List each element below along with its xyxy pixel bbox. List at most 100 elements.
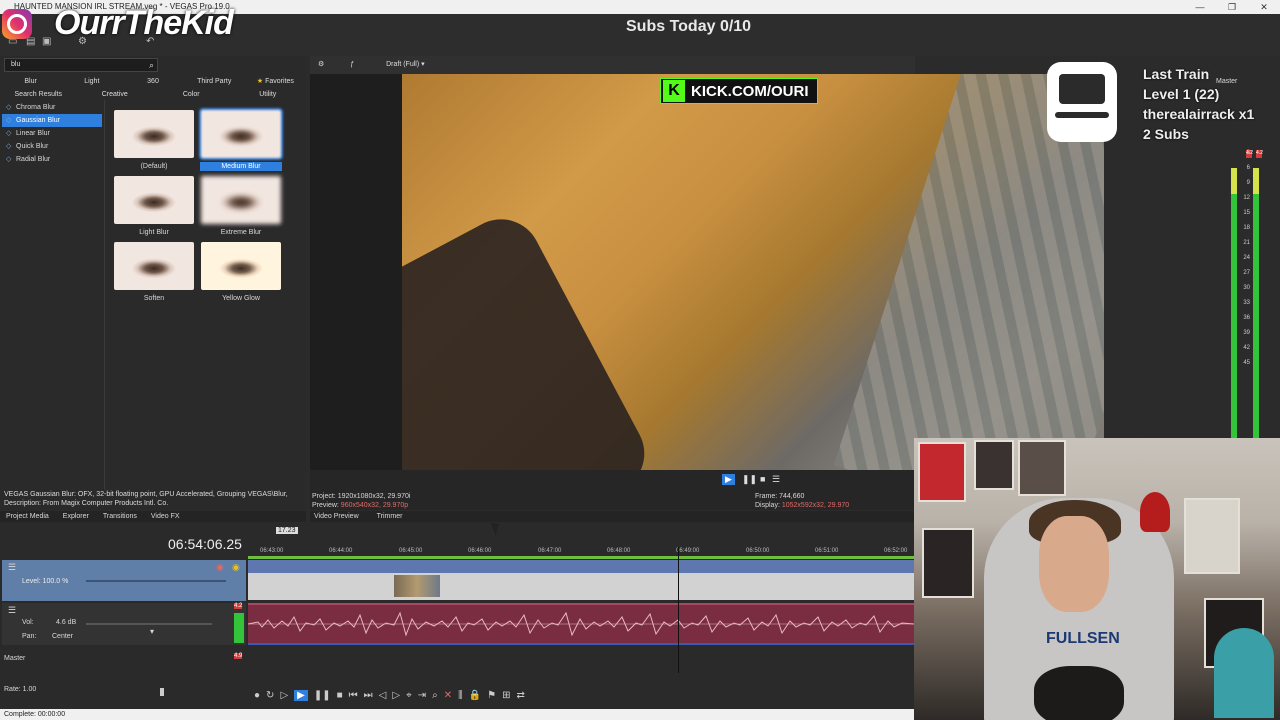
zoom-icon[interactable]: ⌕: [432, 690, 438, 701]
fx-group-tabs: Search Results Creative Color Utility: [0, 89, 306, 101]
tab-favorites-label: Favorites: [265, 78, 294, 85]
preset-thumbnail: [114, 176, 194, 224]
preview-pause-button[interactable]: ❚❚: [742, 474, 757, 485]
volume-slider[interactable]: [86, 623, 212, 625]
status-text: Complete: 00:00:00: [4, 711, 66, 718]
tab-blur[interactable]: Blur: [0, 76, 61, 88]
preview-stop-button[interactable]: ■: [760, 474, 765, 484]
level-slider[interactable]: [86, 580, 226, 582]
poster-image: [1184, 498, 1240, 574]
next-frame-icon[interactable]: ▷: [392, 690, 400, 701]
go-to-end-icon[interactable]: ⏭: [364, 690, 373, 701]
meter-tick: 3: [1246, 150, 1250, 156]
video-fx-panel: blu ⌕ Blur Light 360 Third Party ★ Favor…: [0, 56, 306, 510]
prev-frame-icon[interactable]: ◁: [379, 690, 387, 701]
tab-utility[interactable]: Utility: [230, 89, 307, 101]
meter-tick: 6: [1246, 165, 1250, 171]
close-button[interactable]: ✕: [1248, 0, 1280, 14]
lock-icon[interactable]: 🔒: [469, 690, 481, 701]
video-track-header[interactable]: Level: 100.0 % ☰ ◉ ◉: [2, 560, 246, 601]
ruler-tick: 06:44:00: [329, 548, 353, 554]
track-menu-icon[interactable]: ☰: [8, 605, 16, 616]
project-info: Project: 1920x1080x32, 29.970i Preview: …: [312, 492, 410, 510]
preview-menu-icon[interactable]: ☰: [772, 474, 780, 485]
preset-light-blur[interactable]: Light Blur: [113, 176, 195, 237]
effect-linear-blur[interactable]: Linear Blur: [2, 127, 102, 140]
auto-ripple-icon[interactable]: ⇄: [517, 690, 525, 701]
rate-slider[interactable]: [160, 688, 164, 696]
go-to-start-icon[interactable]: ⏮: [349, 690, 358, 701]
delete-icon[interactable]: ✕: [444, 690, 452, 701]
solo-icon[interactable]: ◉: [232, 562, 240, 573]
preset-thumbnail: [201, 242, 281, 290]
preview-play-button[interactable]: ▶: [722, 474, 735, 485]
audio-clip[interactable]: [248, 603, 914, 645]
brand-text: OurrTheKid: [54, 4, 234, 42]
marker-icon[interactable]: ⚑: [487, 690, 496, 701]
kick-badge: K KICK.COM/OURI: [660, 78, 818, 104]
tab-explorer[interactable]: Explorer: [63, 511, 89, 522]
play-button[interactable]: ▶: [294, 689, 308, 701]
maximize-button[interactable]: ❐: [1216, 0, 1248, 14]
ruler-tick: 06:45:00: [399, 548, 423, 554]
preview-settings-icon[interactable]: ⚙: [318, 61, 324, 68]
tab-color[interactable]: Color: [153, 89, 230, 101]
preset-thumbnail: [114, 242, 194, 290]
preset-yellow-glow[interactable]: Yellow Glow: [200, 242, 282, 303]
streamer-face: [1039, 516, 1109, 612]
tab-favorites[interactable]: ★ Favorites: [245, 76, 306, 88]
loop-region[interactable]: [248, 556, 914, 559]
project-label: Project:: [312, 493, 336, 500]
video-clip[interactable]: [248, 560, 914, 600]
snap-icon[interactable]: ⊞: [502, 690, 510, 701]
chevron-down-icon[interactable]: ▾: [150, 627, 154, 636]
mute-icon[interactable]: ◉: [216, 562, 224, 573]
pause-button[interactable]: ❚❚: [314, 690, 331, 701]
tab-creative[interactable]: Creative: [77, 89, 154, 101]
tab-light[interactable]: Light: [61, 76, 122, 88]
search-icon[interactable]: ⌕: [149, 59, 154, 71]
effect-gaussian-blur[interactable]: Gaussian Blur: [2, 114, 102, 127]
effect-quick-blur[interactable]: Quick Blur: [2, 140, 102, 153]
master-bus-header[interactable]: Master 4.9: [2, 650, 246, 670]
loop-icon[interactable]: ↻: [266, 690, 274, 701]
minimize-button[interactable]: —: [1184, 0, 1216, 14]
meter-tick: 12: [1243, 195, 1250, 201]
effect-chroma-blur[interactable]: Chroma Blur: [2, 101, 102, 114]
fx-search-input[interactable]: blu ⌕: [4, 58, 158, 72]
preview-controls: ▶ ❚❚ ■ ☰ Project: 1920x1080x32, 29.970i …: [310, 470, 915, 510]
loop-marker[interactable]: 17.23: [276, 527, 298, 534]
master-peak: 4.9: [234, 653, 243, 659]
split-icon[interactable]: ⫼: [458, 690, 463, 701]
tab-video-fx[interactable]: Video FX: [151, 511, 180, 522]
play-from-start-icon[interactable]: ▷: [280, 690, 288, 701]
tab-project-media[interactable]: Project Media: [6, 511, 49, 522]
teal-object: [1214, 628, 1274, 718]
tab-360[interactable]: 360: [122, 76, 183, 88]
ruler-tick: 06:49:00: [676, 548, 700, 554]
preview-quality-dropdown[interactable]: Draft (Full) ▾: [386, 61, 425, 68]
preset-extreme-blur[interactable]: Extreme Blur: [200, 176, 282, 237]
tab-transitions[interactable]: Transitions: [103, 511, 137, 522]
trim-icon[interactable]: ⇥: [418, 690, 426, 701]
tab-trimmer[interactable]: Trimmer: [377, 511, 403, 522]
stop-button[interactable]: ■: [337, 690, 343, 701]
tab-third-party[interactable]: Third Party: [184, 76, 245, 88]
edit-tool-icon[interactable]: ⌖: [406, 690, 412, 701]
audio-track-header[interactable]: ☰ Vol: 4.6 dB Pan: Center ▾ 4.2: [2, 603, 246, 645]
preset-default[interactable]: (Default): [113, 110, 195, 171]
tab-video-preview[interactable]: Video Preview: [314, 511, 359, 522]
effect-radial-blur[interactable]: Radial Blur: [2, 153, 102, 166]
record-icon[interactable]: ●: [254, 690, 260, 701]
preset-label: Light Blur: [139, 229, 169, 236]
track-menu-icon[interactable]: ☰: [8, 562, 16, 573]
preview-quality-value: Draft (Full): [386, 61, 420, 68]
train-line-2: Level 1 (22): [1143, 86, 1220, 102]
preset-medium-blur[interactable]: Medium Blur: [199, 108, 283, 171]
preset-soften[interactable]: Soften: [113, 242, 195, 303]
tab-search-results[interactable]: Search Results: [0, 89, 77, 101]
fx-category-tabs: Blur Light 360 Third Party ★ Favorites: [0, 76, 306, 88]
fx-icon[interactable]: ƒ: [350, 61, 354, 68]
streamer-hands: [1034, 666, 1124, 720]
playhead[interactable]: [678, 547, 679, 673]
